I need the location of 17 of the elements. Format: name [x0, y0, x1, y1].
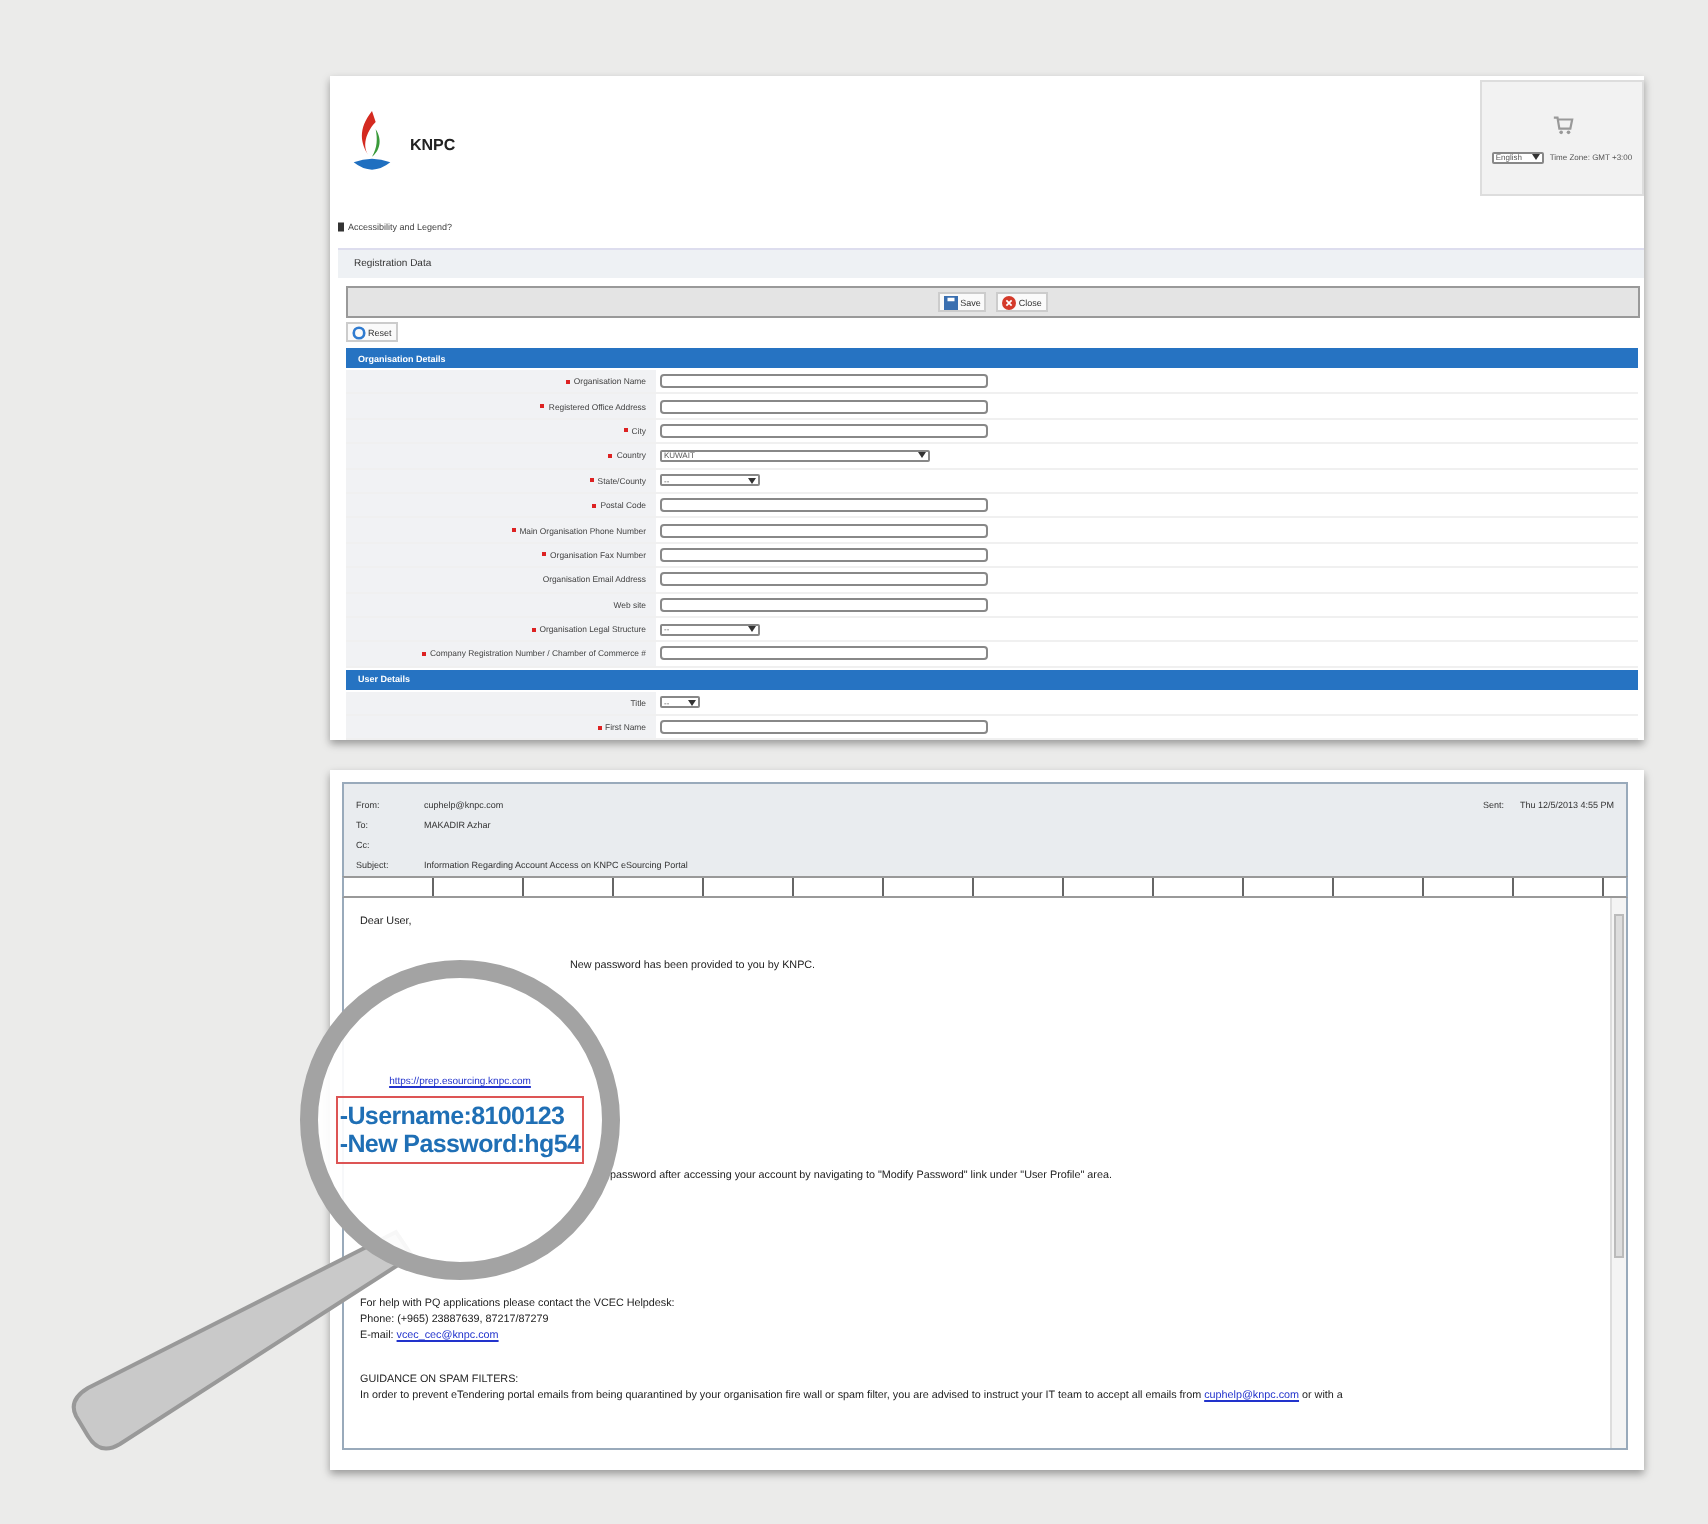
magnified-text: -New Password:hg54: [339, 1130, 581, 1158]
input-field[interactable]: [660, 423, 988, 438]
input-field[interactable]: [660, 720, 988, 735]
scrollbar[interactable]: [1610, 898, 1626, 1448]
input-field[interactable]: [660, 374, 988, 389]
cart-icon[interactable]: [1551, 113, 1573, 135]
input-field[interactable]: [660, 399, 988, 414]
input-field[interactable]: [660, 572, 988, 587]
logo-text: KNPC: [410, 135, 456, 153]
refresh-icon: [352, 325, 366, 339]
input-field[interactable]: [660, 523, 988, 538]
input-field[interactable]: [660, 597, 988, 612]
close-icon: [1002, 295, 1017, 309]
input-field[interactable]: [660, 646, 988, 661]
input-field[interactable]: [660, 498, 988, 513]
magnified-text: -Username:8100123: [339, 1102, 567, 1130]
input-field[interactable]: [660, 547, 988, 562]
